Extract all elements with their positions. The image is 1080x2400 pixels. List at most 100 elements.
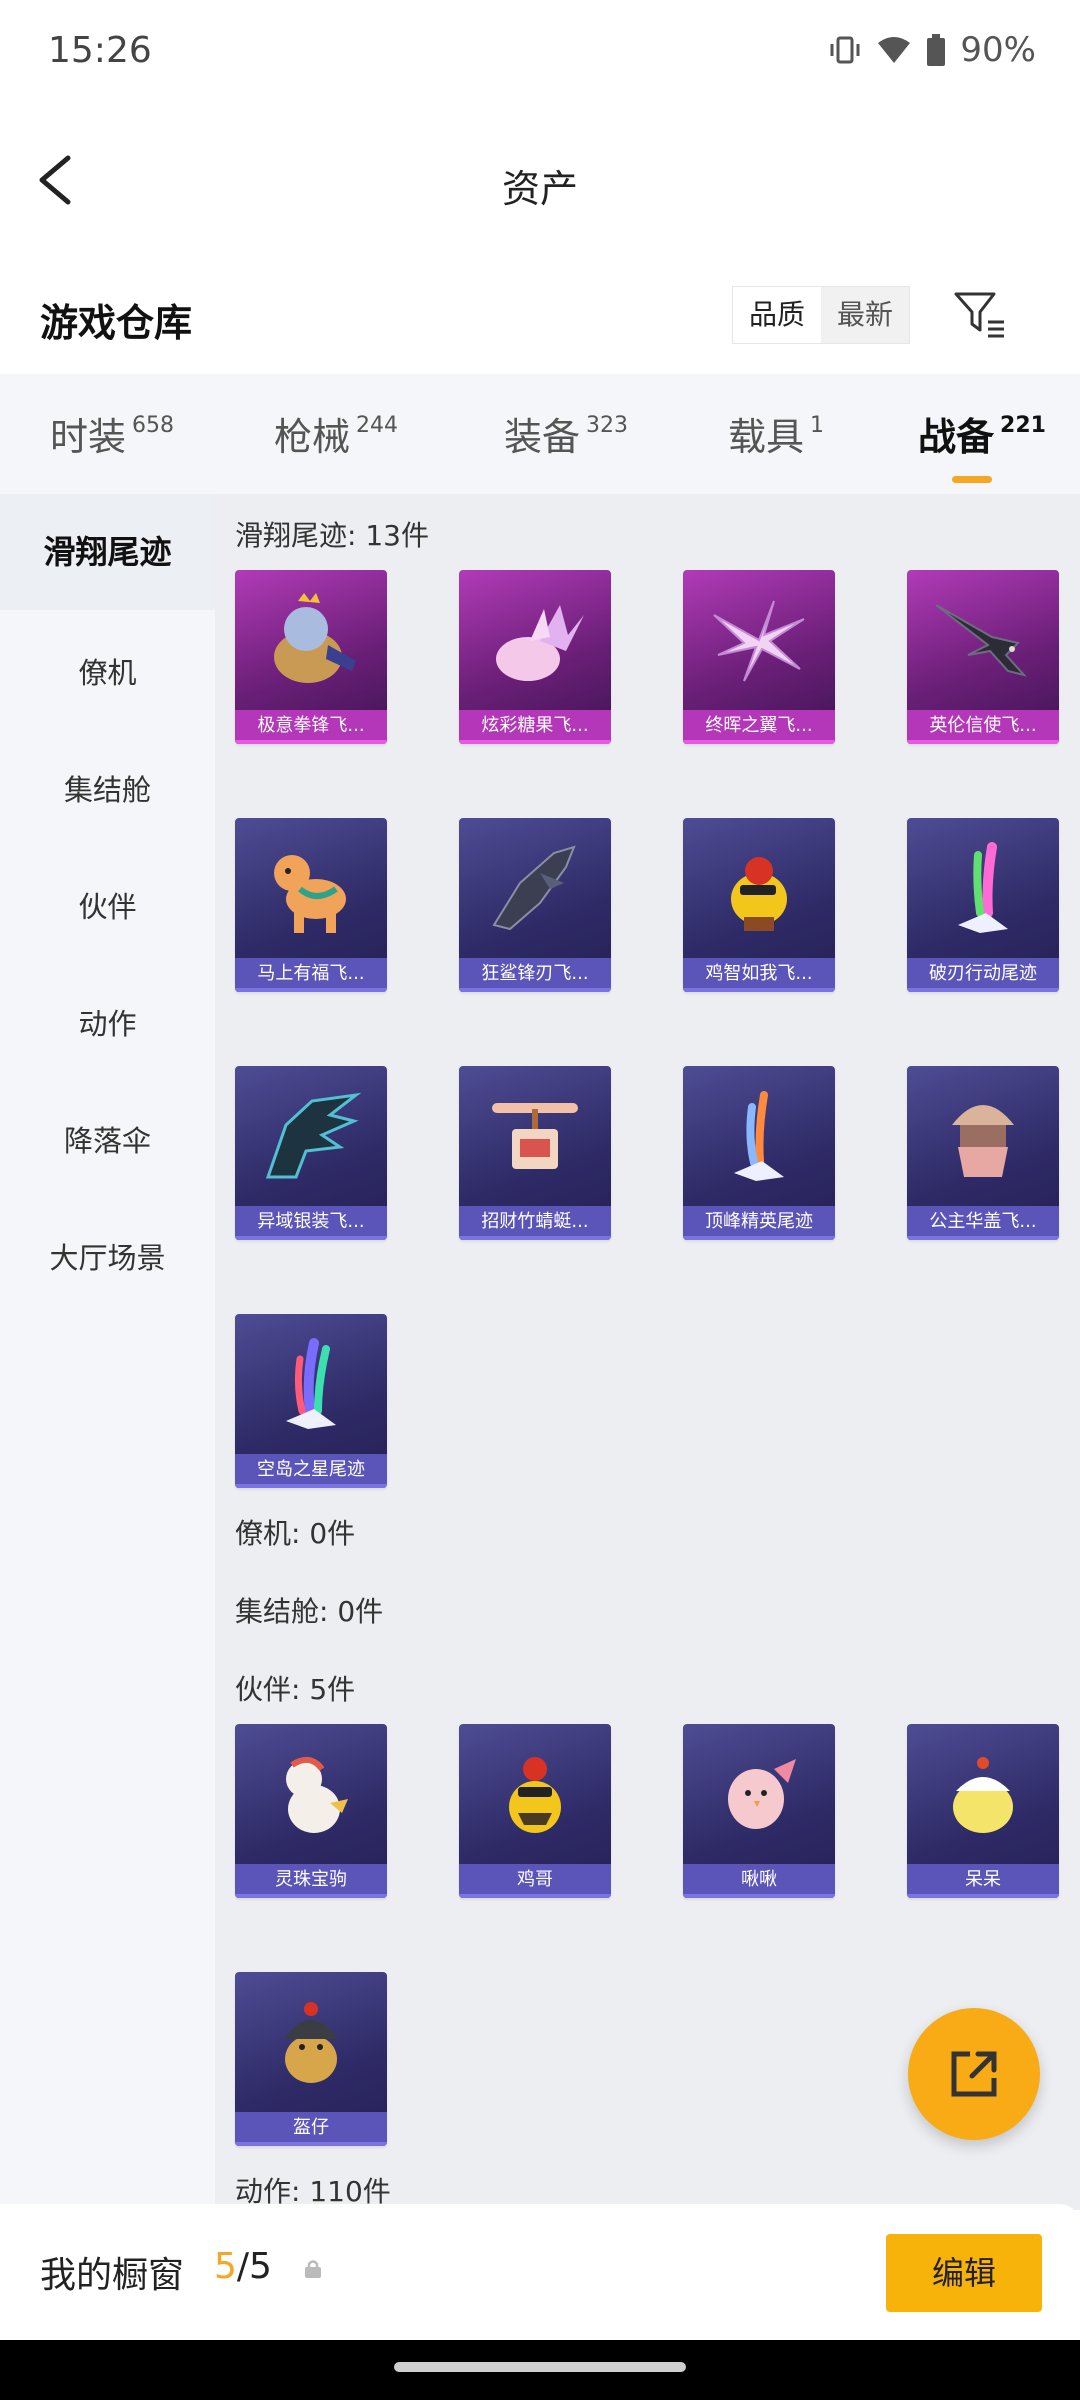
item-grid: 滑翔尾迹: 13件 极意拳锋飞... 炫彩糖果飞... 终晖之翼飞... 英伦信… [215,494,1080,2210]
share-icon [951,2051,997,2097]
item-name: 极意拳锋飞... [235,710,387,744]
sort-latest-button[interactable]: 最新 [821,287,909,343]
category-tabs: 时装 658 枪械 244 装备 323 载具 1 战备 221 [0,374,1080,494]
canopy-icon [907,1066,1059,1206]
item-name: 公主华盖飞... [907,1206,1059,1240]
tab-label: 枪械 [274,415,351,459]
item-name: 炫彩糖果飞... [459,710,611,744]
item-card[interactable]: 灵珠宝驹 [235,1724,387,1898]
header: 资产 [0,120,1080,250]
sidebar-item-glide-trail[interactable]: 滑翔尾迹 [0,494,215,610]
tab-guns[interactable]: 枪械 244 [274,406,398,461]
showcase-count: 5/5 [214,2246,272,2287]
sort-toggle: 品质 最新 [732,286,911,344]
item-name: 马上有福飞... [235,958,387,992]
category-sidebar: 滑翔尾迹 僚机 集结舱 伙伴 动作 降落伞 大厅场景 [0,494,215,2204]
warehouse-title: 游戏仓库 [40,301,193,345]
filter-icon[interactable] [950,284,1010,344]
sidebar-item-wingman[interactable]: 僚机 [0,650,215,692]
raven-icon [907,570,1059,710]
home-indicator[interactable] [394,2362,686,2372]
tab-battle-gear[interactable]: 战备 221 [918,406,1046,483]
sidebar-item-parachute[interactable]: 降落伞 [0,1118,215,1160]
tab-count: 221 [1000,413,1046,439]
candy-icon [459,570,611,710]
item-card[interactable]: 英伦信使飞... [907,570,1059,744]
item-name: 啾啾 [683,1864,835,1898]
showcase-current: 5 [214,2246,237,2287]
item-card[interactable]: 呆呆 [907,1724,1059,1898]
item-card[interactable]: 鸡哥 [459,1724,611,1898]
chick-icon [907,1724,1059,1864]
item-card[interactable]: 顶峰精英尾迹 [683,1066,835,1240]
item-card[interactable]: 啾啾 [683,1724,835,1898]
item-card[interactable]: 异域银装飞... [235,1066,387,1240]
item-name: 招财竹蜻蜓... [459,1206,611,1240]
share-button[interactable] [908,2008,1040,2140]
sidebar-item-lobby-scene[interactable]: 大厅场景 [0,1235,215,1277]
tab-count: 658 [132,413,175,439]
sidebar-item-action[interactable]: 动作 [0,1001,215,1043]
item-card[interactable]: 破刃行动尾迹 [907,818,1059,992]
item-name: 英伦信使飞... [907,710,1059,744]
tab-label: 载具 [728,415,805,459]
item-name: 灵珠宝驹 [235,1864,387,1898]
system-nav-bar [0,2340,1080,2400]
item-name: 呆呆 [907,1864,1059,1898]
item-card[interactable]: 招财竹蜻蜓... [459,1066,611,1240]
group-label-pod: 集结舱: 0件 [235,1595,384,1628]
item-name: 鸡智如我飞... [683,958,835,992]
tab-vehicles[interactable]: 载具 1 [728,406,824,461]
sort-quality-button[interactable]: 品质 [733,287,822,343]
item-card[interactable]: 极意拳锋飞... [235,570,387,744]
wifi-icon [878,37,911,63]
item-card[interactable]: 马上有福飞... [235,818,387,992]
tab-count: 323 [586,413,629,439]
showcase-total: /5 [236,2246,272,2287]
page-title: 资产 [501,167,578,211]
trail-icon [235,1314,387,1454]
bamboo-copter-icon [459,1066,611,1206]
tab-label: 装备 [504,415,581,459]
vibrate-icon [830,36,860,64]
item-card[interactable]: 盔仔 [235,1972,387,2146]
item-name: 顶峰精英尾迹 [683,1206,835,1240]
item-card[interactable]: 炫彩糖果飞... [459,570,611,744]
item-name: 空岛之星尾迹 [235,1454,387,1488]
item-name: 鸡哥 [459,1864,611,1898]
bird-icon [683,1724,835,1864]
tab-count: 244 [356,413,399,439]
item-card[interactable]: 狂鲨锋刃飞... [459,818,611,992]
trail-icon [683,1066,835,1206]
sidebar-item-partner[interactable]: 伙伴 [0,884,215,926]
status-icons: 90% [828,30,1036,70]
battery-level: 90% [960,30,1036,70]
group-label-glide: 滑翔尾迹: 13件 [235,519,429,552]
item-name: 破刃行动尾迹 [907,958,1059,992]
tab-label: 战备 [918,415,995,459]
tab-label: 时装 [50,415,127,459]
chicken-icon [683,818,835,958]
lock-icon [305,2260,321,2278]
tab-equipment[interactable]: 装备 323 [504,406,628,461]
trail-icon [907,818,1059,958]
tab-count: 1 [810,413,825,439]
horse-toy-icon [235,818,387,958]
unicorn-icon [235,1724,387,1864]
showcase-label: 我的橱窗 [40,2255,185,2296]
helmet-bird-icon [235,1972,387,2112]
item-card[interactable]: 空岛之星尾迹 [235,1314,387,1488]
item-name: 盔仔 [235,2112,387,2146]
chicken-icon [459,1724,611,1864]
tab-fashion[interactable]: 时装 658 [50,406,174,461]
sidebar-item-rally-pod[interactable]: 集结舱 [0,767,215,809]
showcase-bar: 我的橱窗 5/5 编辑 [0,2204,1080,2340]
edit-button[interactable]: 编辑 [886,2234,1042,2312]
item-name: 终晖之翼飞... [683,710,835,744]
item-card[interactable]: 终晖之翼飞... [683,570,835,744]
status-time: 15:26 [48,30,152,71]
warehouse-row: 游戏仓库 品质 最新 [0,270,1080,370]
item-card[interactable]: 公主华盖飞... [907,1066,1059,1240]
elephant-icon [235,570,387,710]
item-card[interactable]: 鸡智如我飞... [683,818,835,992]
